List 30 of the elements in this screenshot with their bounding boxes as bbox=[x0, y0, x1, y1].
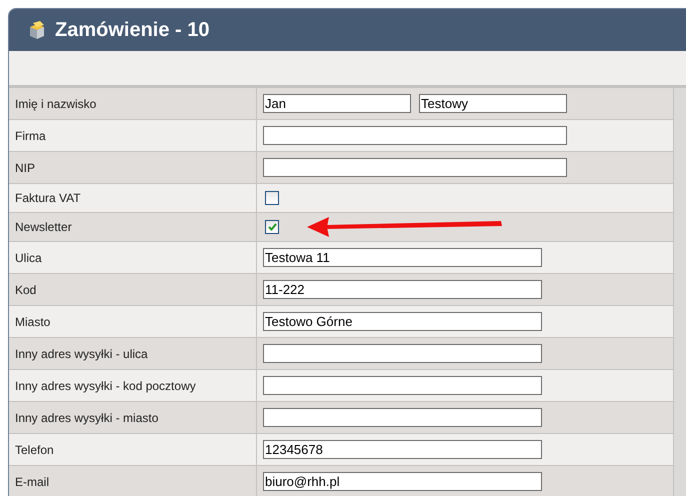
field-label: NIP bbox=[15, 160, 36, 174]
field-label: Newsletter bbox=[15, 220, 72, 234]
text-field[interactable]: Testowa 11 bbox=[263, 248, 542, 267]
field-label: Faktura VAT bbox=[15, 191, 81, 205]
text-field[interactable] bbox=[263, 376, 542, 395]
field-label: E-mail bbox=[15, 474, 50, 488]
text-field[interactable]: biuro@rhh.pl bbox=[263, 472, 542, 491]
text-field[interactable]: Testowo Górne bbox=[263, 312, 542, 331]
field-label: Miasto bbox=[15, 314, 50, 328]
text-field[interactable]: 11-222 bbox=[263, 280, 542, 299]
field-label: Imię i nazwisko bbox=[15, 96, 96, 110]
scrollbar[interactable] bbox=[673, 88, 686, 496]
box-icon bbox=[27, 20, 47, 40]
text-field[interactable]: Jan bbox=[263, 94, 411, 113]
field-label: Telefon bbox=[15, 442, 54, 456]
field-label: Inny adres wysyłki - kod pocztowy bbox=[15, 378, 196, 392]
field-label: Kod bbox=[15, 282, 36, 296]
text-field[interactable] bbox=[263, 408, 542, 427]
checkbox[interactable] bbox=[265, 220, 279, 234]
field-label: Firma bbox=[15, 128, 46, 142]
text-field[interactable]: Testowy bbox=[419, 94, 567, 113]
text-field[interactable] bbox=[263, 344, 542, 363]
field-label: Inny adres wysyłki - ulica bbox=[15, 346, 148, 360]
text-field[interactable] bbox=[263, 158, 567, 177]
checkbox[interactable] bbox=[265, 191, 279, 205]
text-field[interactable] bbox=[263, 126, 567, 145]
field-label: Ulica bbox=[15, 250, 42, 264]
window-title: Zamówienie - 10 bbox=[55, 18, 210, 42]
text-field[interactable]: 12345678 bbox=[263, 440, 542, 459]
field-label: Inny adres wysyłki - miasto bbox=[15, 410, 158, 424]
